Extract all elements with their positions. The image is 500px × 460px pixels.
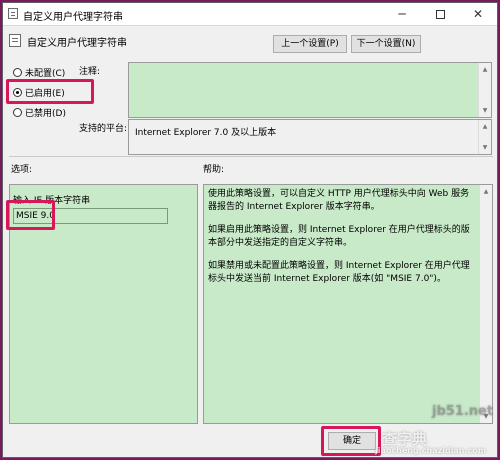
close-button[interactable]: ✕ [459,3,497,25]
help-paragraph: 如果禁用或未配置此策略设置，则 Internet Explorer 在用户代理标… [208,261,470,284]
options-heading: 选项: [11,165,33,175]
comment-textarea[interactable]: ▲ ▼ [128,62,492,118]
maximize-button[interactable] [421,3,459,25]
scroll-down-arrow-icon[interactable]: ▼ [479,105,491,116]
help-pane: 使用此策略设置，可以自定义 HTTP 用户代理标头中向 Web 服务器报告的 I… [203,184,493,424]
radio-circle[interactable] [13,108,22,117]
scroll-up-arrow-icon[interactable]: ▲ [480,186,492,197]
ie-version-input[interactable]: MSIE 9.0 [13,208,168,224]
radio-circle[interactable] [13,68,22,77]
radio-label: 未配置(C) [25,69,66,79]
radio-label: 已禁用(D) [25,109,66,119]
watermark-url: jiaocheng.chazidian.com [375,446,487,455]
radio-enabled[interactable]: 已启用(E) [13,86,65,100]
scroll-down-arrow-icon[interactable]: ▼ [479,142,491,153]
radio-not-configured[interactable]: 未配置(C) [13,66,65,80]
next-setting-button[interactable]: 下一个设置(N) [351,35,421,53]
help-scrollbar[interactable]: ▲ ▼ [479,185,492,423]
scroll-up-arrow-icon[interactable]: ▲ [479,64,491,75]
help-paragraph: 使用此策略设置，可以自定义 HTTP 用户代理标头中向 Web 服务器报告的 I… [208,189,470,212]
help-heading: 帮助: [203,165,225,175]
policy-name: 自定义用户代理字符串 [27,38,127,49]
watermark-site: jb51.net [432,404,494,419]
radio-circle-selected[interactable] [13,88,22,97]
help-paragraph: 如果启用此策略设置，则 Internet Explorer 在用户代理标头的版本… [208,225,470,248]
comment-scrollbar[interactable]: ▲ ▼ [478,63,491,117]
comment-label: 注释: [79,67,101,77]
supported-platforms-label: 支持的平台: [79,124,128,134]
section-divider [9,156,493,157]
maximize-icon [435,10,445,19]
radio-disabled[interactable]: 已禁用(D) [13,106,66,120]
ok-button[interactable]: 确定 [328,432,376,450]
policy-editor-window: 自定义用户代理字符串 ─ ✕ 自定义用户代理字符串 上一个设置(P) 下一个设置… [2,2,498,458]
radio-label: 已启用(E) [25,89,65,99]
platforms-scrollbar[interactable]: ▲ ▼ [478,120,491,154]
policy-setting-icon [9,34,21,47]
policy-document-icon [8,8,18,19]
supported-platforms-text: Internet Explorer 7.0 及以上版本 [135,128,277,138]
ie-version-field-label: 输入 IE 版本字符串 [13,196,91,206]
scroll-up-arrow-icon[interactable]: ▲ [479,121,491,132]
previous-setting-button[interactable]: 上一个设置(P) [273,35,347,53]
minimize-button[interactable]: ─ [383,3,421,25]
title-bar: 自定义用户代理字符串 ─ ✕ [3,3,497,26]
supported-platforms-box: Internet Explorer 7.0 及以上版本 ▲ ▼ [128,119,492,155]
window-title: 自定义用户代理字符串 [23,12,123,23]
